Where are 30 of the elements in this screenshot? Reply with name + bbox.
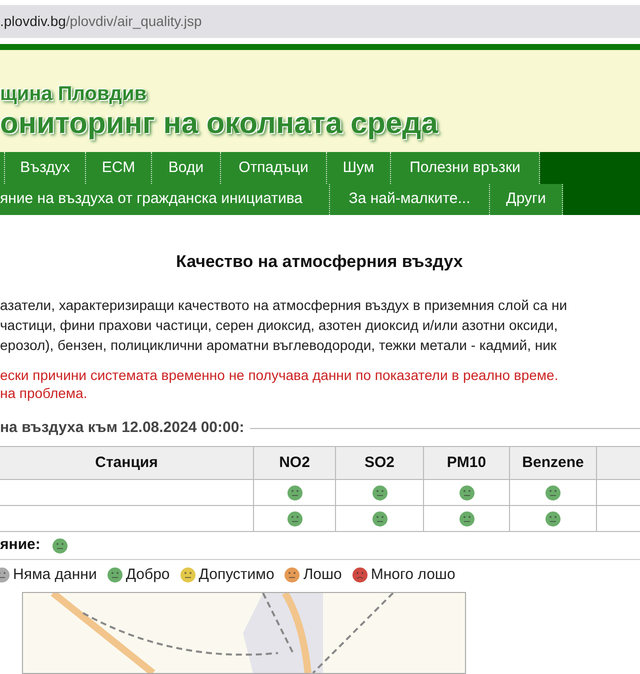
column-header: SO2 [335, 447, 423, 479]
legend-label: Добро [126, 564, 170, 585]
nav-link[interactable]: ЕСМ [86, 152, 152, 184]
nav-link[interactable]: Води [152, 152, 221, 184]
header-title: ониторинг на околната среда [0, 106, 440, 142]
column-header: Benzene [509, 447, 596, 479]
legend-label: Допустимо [198, 564, 274, 585]
summary-label: яние: [0, 535, 40, 556]
notice-text: ески причини системата временно не получава данни по показатели в реално време. [0, 366, 560, 384]
column-header: NO2 [253, 447, 335, 479]
nav-link[interactable]: Полезни връзки [391, 152, 540, 184]
intro-text: частици, фини прахови частици, серен диоксид, азотен диоксид и/или азотни оксиди, [0, 316, 559, 335]
reading-heading: на въздуха към 12.08.2024 00:00: [0, 418, 244, 438]
legend-label: Лошо [303, 564, 342, 585]
legend-label: Много лошо [370, 564, 456, 585]
notice-text: на проблема. [0, 384, 88, 402]
nav-link[interactable]: Шум [327, 152, 391, 184]
intro-text: ерозол), бензен, полициклични ароматни въглеводороди, тежки метали - кадмий, ник [0, 336, 558, 355]
nav-link[interactable]: Отпадъци [221, 152, 327, 184]
address-bar[interactable]: .plovdiv.bg/plovdiv/air_quality.jsp [0, 5, 640, 38]
nav-link[interactable]: яние на въздуха от гражданска инициатива [0, 184, 330, 215]
header-subtitle: щина Пловдив [0, 82, 148, 106]
legend-label: Няма данни [13, 564, 97, 585]
page-title: Качество на атмосферния въздух [176, 251, 464, 273]
nav-link[interactable]: За най-малките... [330, 184, 490, 215]
nav-link[interactable]: Други [490, 184, 563, 215]
intro-text: азатели, характеризиращи качеството на атмосферния въздух в приземния слой са ни [0, 296, 568, 315]
column-header: PM10 [423, 447, 509, 479]
nav-link[interactable]: Въздух [5, 152, 86, 184]
column-header: Станция [94, 452, 159, 473]
